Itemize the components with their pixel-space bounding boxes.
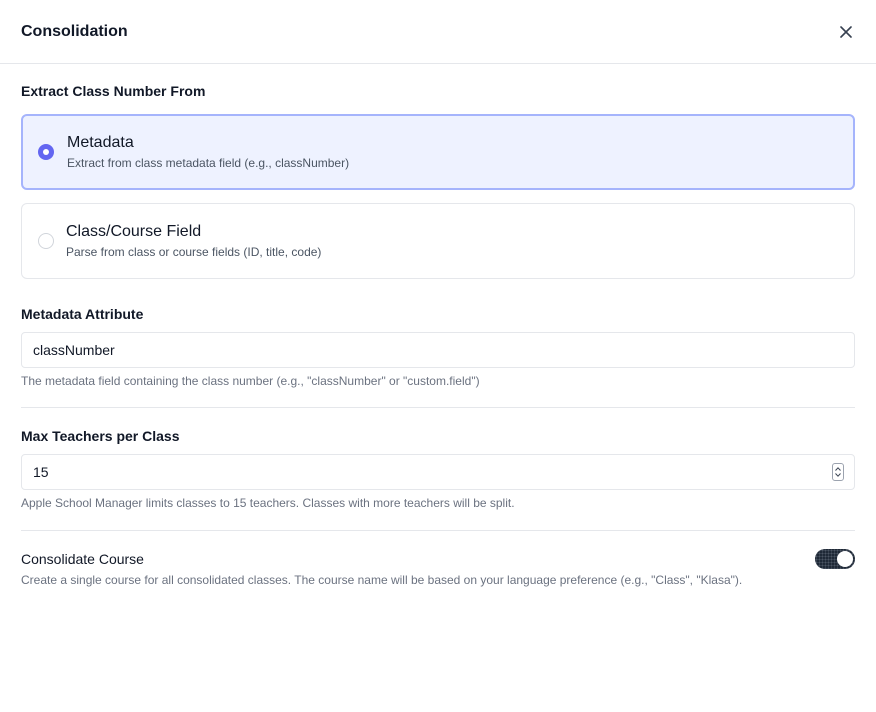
close-button[interactable]: [834, 20, 858, 44]
extract-class-number-label: Extract Class Number From: [21, 83, 206, 99]
chevron-up-icon[interactable]: [835, 467, 841, 471]
metadata-attribute-value: classNumber: [33, 342, 115, 358]
toggle-knob: [837, 551, 853, 567]
dialog-title: Consolidation: [21, 22, 128, 40]
consolidate-course-description: Create a single course for all consolida…: [21, 573, 743, 587]
option-class-course-field[interactable]: Class/Course Field Parse from class or c…: [21, 203, 855, 279]
max-teachers-value: 15: [33, 464, 49, 480]
close-icon: [840, 25, 852, 38]
consolidate-course-row: Consolidate Course Create a single cours…: [21, 549, 855, 587]
divider: [21, 530, 855, 531]
max-teachers-input[interactable]: 15: [21, 454, 855, 490]
metadata-attribute-label: Metadata Attribute: [21, 306, 144, 322]
number-stepper[interactable]: [832, 463, 844, 481]
radio-class-course-field[interactable]: [38, 233, 54, 249]
divider: [21, 407, 855, 408]
chevron-down-icon[interactable]: [835, 473, 841, 477]
consolidate-course-toggle[interactable]: [815, 549, 855, 569]
metadata-attribute-input[interactable]: classNumber: [21, 332, 855, 368]
max-teachers-help: Apple School Manager limits classes to 1…: [21, 496, 515, 510]
option-class-course-field-description: Parse from class or course fields (ID, t…: [66, 245, 322, 259]
option-metadata-description: Extract from class metadata field (e.g.,…: [67, 156, 350, 170]
dialog-body: Extract Class Number From Metadata Extra…: [0, 83, 876, 587]
dialog-header: Consolidation: [0, 0, 876, 64]
consolidate-course-label: Consolidate Course: [21, 551, 144, 567]
max-teachers-label: Max Teachers per Class: [21, 428, 180, 444]
metadata-attribute-help: The metadata field containing the class …: [21, 374, 480, 388]
radio-metadata[interactable]: [38, 144, 54, 160]
option-class-course-field-title: Class/Course Field: [66, 223, 202, 240]
option-metadata[interactable]: Metadata Extract from class metadata fie…: [21, 114, 855, 190]
option-metadata-title: Metadata: [67, 134, 134, 151]
